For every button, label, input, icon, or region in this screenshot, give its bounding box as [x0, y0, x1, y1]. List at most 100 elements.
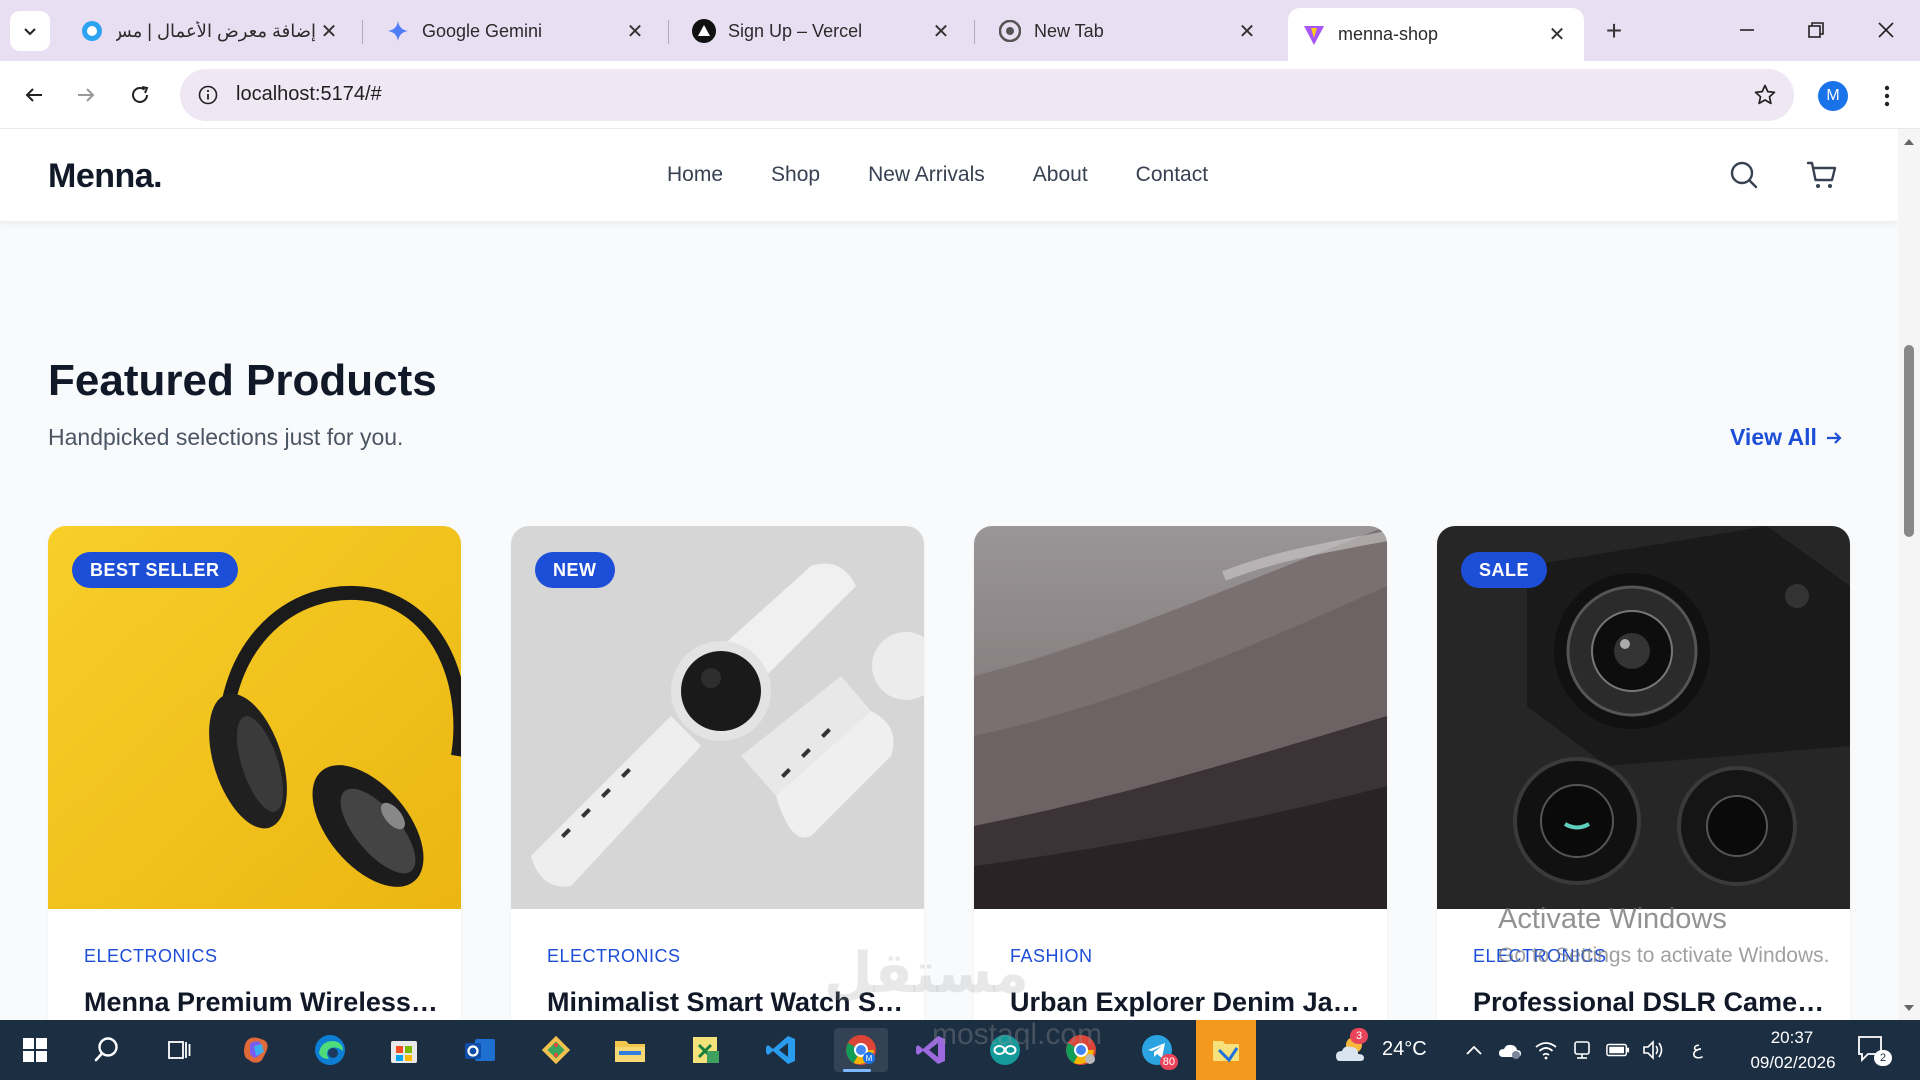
minimize-button[interactable] [1727, 12, 1767, 48]
section-subtitle: Handpicked selections just for you. [48, 424, 404, 450]
file-manager-app[interactable] [1196, 1020, 1256, 1080]
restore-icon [1808, 22, 1824, 38]
copilot-icon [244, 1037, 268, 1063]
foggy-hillside-image[interactable] [974, 526, 1387, 909]
tab-title: Sign Up – Vercel [728, 20, 863, 41]
tray-overflow-icon[interactable] [1462, 1038, 1486, 1062]
clock-date[interactable]: 09/02/2026 [1740, 1053, 1846, 1073]
notification-center-button[interactable]: 2 [1856, 1034, 1892, 1066]
network-devices-icon[interactable] [1570, 1038, 1594, 1062]
product-name[interactable]: Urban Explorer Denim Jacket [1010, 987, 1370, 1018]
window-close-button[interactable] [1866, 12, 1906, 48]
reload-button[interactable] [120, 75, 160, 115]
scroll-up-icon[interactable] [1903, 137, 1915, 147]
forward-button[interactable] [66, 75, 106, 115]
tab-gemini[interactable]: Google Gemini ✕ [372, 9, 662, 53]
microsoft-store-app[interactable] [381, 1028, 427, 1072]
store-icon [391, 1041, 417, 1063]
weather-widget[interactable]: 3 [1328, 1028, 1374, 1072]
close-icon[interactable]: ✕ [928, 18, 954, 44]
product-name[interactable]: Professional DSLR Camera Kit [1473, 987, 1833, 1018]
restore-button[interactable] [1796, 12, 1836, 48]
weather-temperature[interactable]: 24°C [1382, 1038, 1427, 1061]
view-all-link[interactable]: View All [1730, 424, 1843, 451]
chrome-app-active[interactable]: M [834, 1028, 888, 1072]
view-all-label: View All [1730, 424, 1817, 450]
edge-icon [315, 1035, 345, 1065]
close-icon[interactable]: ✕ [622, 18, 648, 44]
tab-divider [668, 20, 669, 44]
weather-alert-badge: 3 [1350, 1028, 1368, 1044]
tab-menna-shop[interactable]: menna-shop ✕ [1288, 8, 1584, 61]
edge-app[interactable] [307, 1028, 353, 1072]
git-icon [541, 1035, 571, 1065]
task-view-icon [168, 1041, 191, 1059]
nav-new-arrivals[interactable]: New Arrivals [868, 163, 985, 187]
excel-app[interactable] [683, 1028, 729, 1072]
git-app[interactable] [533, 1028, 579, 1072]
browser-toolbar: localhost:5174/# M [0, 61, 1920, 129]
product-badge: NEW [535, 552, 615, 588]
vscode-app[interactable] [758, 1028, 804, 1072]
volume-icon[interactable] [1642, 1038, 1666, 1062]
site-logo[interactable]: Menna. [48, 157, 163, 196]
product-name[interactable]: Menna Premium Wireless Headphones [84, 987, 444, 1018]
start-button[interactable] [12, 1028, 58, 1072]
file-explorer-app[interactable] [607, 1028, 653, 1072]
back-button[interactable] [14, 75, 54, 115]
product-category: ELECTRONICS [547, 946, 681, 966]
address-bar[interactable]: localhost:5174/# [180, 69, 1794, 121]
windows-logo-icon [23, 1038, 47, 1062]
onedrive-icon[interactable] [1498, 1038, 1522, 1062]
taskbar-search-button[interactable] [84, 1028, 130, 1072]
tab-new-tab[interactable]: New Tab ✕ [984, 9, 1274, 53]
bookmark-star-icon[interactable] [1750, 80, 1780, 110]
scroll-down-icon[interactable] [1903, 1003, 1915, 1013]
section-title: Featured Products [48, 356, 437, 405]
close-icon[interactable]: ✕ [1544, 22, 1570, 48]
cart-button[interactable] [1804, 157, 1840, 193]
new-tab-button[interactable]: + [1597, 14, 1631, 48]
chevron-down-icon [24, 28, 36, 36]
reload-icon [132, 86, 149, 103]
tab-vercel[interactable]: Sign Up – Vercel ✕ [678, 9, 968, 53]
site-info-icon[interactable] [194, 81, 222, 109]
activate-windows-title: Activate Windows [1498, 903, 1727, 935]
nav-home[interactable]: Home [667, 163, 723, 187]
copilot-app[interactable] [233, 1028, 279, 1072]
browser-menu-button[interactable] [1872, 79, 1902, 113]
nav-contact[interactable]: Contact [1136, 163, 1208, 187]
tab-divider [362, 20, 363, 44]
task-view-button[interactable] [156, 1028, 202, 1072]
chrome-icon [998, 19, 1022, 43]
close-icon[interactable]: ✕ [1234, 18, 1260, 44]
mostaql-watermark: مستقل [824, 941, 1029, 1004]
mostaql-icon [80, 19, 104, 43]
clock-time[interactable]: 20:37 [1756, 1028, 1828, 1048]
outlook-app[interactable] [457, 1028, 503, 1072]
product-card[interactable]: FASHION Urban Explorer Denim Jacket [974, 526, 1387, 1020]
folder-icon [615, 1041, 645, 1062]
scrollbar-thumb[interactable] [1904, 345, 1914, 537]
wifi-icon[interactable] [1534, 1038, 1558, 1062]
activate-windows-subtitle: Go to Settings to activate Windows. [1498, 944, 1830, 967]
nav-about[interactable]: About [1033, 163, 1088, 187]
telegram-unread-badge: 80 [1159, 1054, 1178, 1070]
product-card[interactable]: BEST SELLER ELECTRONICS Menna Premium Wi… [48, 526, 461, 1020]
tab-mostaql[interactable]: إضافة معرض الأعمال | مس ✕ [66, 9, 356, 53]
notification-count-badge: 2 [1874, 1050, 1892, 1066]
nav-shop[interactable]: Shop [771, 163, 820, 187]
battery-icon[interactable] [1606, 1038, 1630, 1062]
telegram-app[interactable]: 80 [1134, 1028, 1180, 1072]
tab-search-button[interactable] [10, 11, 50, 51]
profile-avatar[interactable]: M [1818, 81, 1848, 111]
close-icon[interactable]: ✕ [316, 18, 342, 44]
search-button[interactable] [1726, 157, 1762, 193]
input-language[interactable]: ع [1692, 1038, 1703, 1059]
tab-title: New Tab [1034, 20, 1104, 41]
page-scrollbar[interactable] [1898, 129, 1920, 1020]
product-badge: BEST SELLER [72, 552, 238, 588]
more-vertical-icon [1884, 85, 1890, 107]
tab-title: Google Gemini [422, 20, 543, 41]
spreadsheet-icon [693, 1037, 719, 1063]
